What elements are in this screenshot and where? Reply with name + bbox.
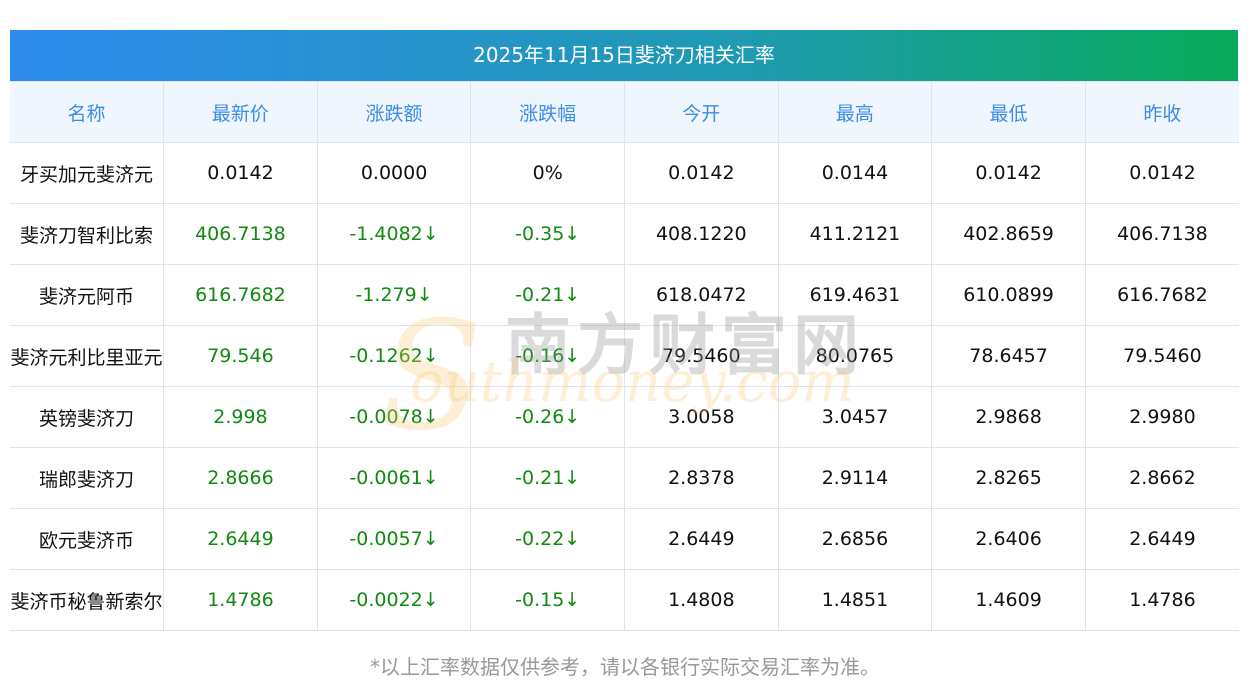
rate-cell: -1.4082↓	[316, 203, 472, 265]
rate-cell: -0.21↓	[470, 264, 625, 326]
rate-cell: 3.0457	[777, 386, 933, 448]
table-row: 瑞郎斐济刀 2.8666 -0.0061↓ -0.21↓ 2.8378 2.9114 2.8…	[10, 447, 1239, 509]
rate-cell: 2.6856	[777, 508, 933, 570]
table-row: 斐济元阿币 616.7682 -1.279↓ -0.21↓ 618.0472 619.46…	[10, 264, 1239, 326]
rate-cell: 618.0472	[624, 264, 779, 326]
rate-cell: 1.4851	[777, 569, 933, 631]
rate-cell: 1.4808	[624, 569, 779, 631]
table-title: 2025年11月15日斐济刀相关汇率	[10, 30, 1238, 81]
rate-cell: 2.6449	[624, 508, 779, 570]
rate-cell: 2.8378	[624, 447, 779, 509]
rate-cell: 406.7138	[1084, 203, 1239, 265]
rate-cell: 2.8666	[163, 447, 318, 509]
rate-cell: 0.0142	[1084, 142, 1239, 204]
currency-pair-name: 英镑斐济刀	[10, 386, 165, 448]
rate-cell: 0.0000	[316, 142, 472, 204]
rate-cell: 2.9114	[777, 447, 933, 509]
rate-cell: 0.0144	[777, 142, 933, 204]
rate-cell: 616.7682	[163, 264, 318, 326]
rate-cell: -0.15↓	[470, 569, 625, 631]
rate-cell: -0.0057↓	[316, 508, 472, 570]
currency-pair-name: 斐济元利比里亚元	[10, 325, 165, 387]
column-header: 最高	[777, 81, 933, 143]
rate-cell: 78.6457	[931, 325, 1086, 387]
rate-cell: -0.0061↓	[316, 447, 472, 509]
table-row: 牙买加元斐济元 0.0142 0.0000 0% 0.0142 0.0144 0.0142 0…	[10, 142, 1239, 204]
table-row: 斐济元利比里亚元 79.546 -0.1262↓ -0.16↓ 79.5460 80.07…	[10, 325, 1239, 387]
column-header: 最低	[931, 81, 1086, 143]
column-header: 涨跌额	[316, 81, 472, 143]
table-row: 斐济刀智利比索 406.7138 -1.4082↓ -0.35↓ 408.1220 411…	[10, 203, 1239, 265]
currency-pair-name: 斐济币秘鲁新索尔	[10, 569, 165, 631]
rate-cell: 406.7138	[163, 203, 318, 265]
rate-cell: 2.6449	[163, 508, 318, 570]
rate-cell: -1.279↓	[316, 264, 472, 326]
rate-cell: -0.0022↓	[316, 569, 472, 631]
rate-cell: -0.35↓	[470, 203, 625, 265]
rate-cell: 1.4609	[931, 569, 1086, 631]
column-header: 涨跌幅	[470, 81, 625, 143]
column-header: 昨收	[1084, 81, 1239, 143]
rate-cell: -0.1262↓	[316, 325, 472, 387]
rate-cell: 0.0142	[931, 142, 1086, 204]
table-row: 欧元斐济币 2.6449 -0.0057↓ -0.22↓ 2.6449 2.6856 2.6…	[10, 508, 1239, 570]
rate-cell: 2.6449	[1084, 508, 1239, 570]
rate-cell: 408.1220	[624, 203, 779, 265]
rate-cell: -0.26↓	[470, 386, 625, 448]
currency-pair-name: 瑞郎斐济刀	[10, 447, 165, 509]
currency-pair-name: 斐济刀智利比索	[10, 203, 165, 265]
rate-cell: 619.4631	[777, 264, 933, 326]
rate-cell: 411.2121	[777, 203, 933, 265]
column-header: 今开	[624, 81, 779, 143]
rate-cell: 0%	[470, 142, 625, 204]
rate-cell: 616.7682	[1084, 264, 1239, 326]
rate-cell: 2.6406	[931, 508, 1086, 570]
rate-cell: 79.546	[163, 325, 318, 387]
table-row: 斐济币秘鲁新索尔 1.4786 -0.0022↓ -0.15↓ 1.4808 1.4851…	[10, 569, 1239, 631]
rate-cell: 610.0899	[931, 264, 1086, 326]
rate-cell: 2.998	[163, 386, 318, 448]
rate-cell: -0.0078↓	[316, 386, 472, 448]
rate-cell: 402.8659	[931, 203, 1086, 265]
header-row: 名称 最新价 涨跌额 涨跌幅 今开 最高 最低 昨收	[10, 81, 1239, 143]
rate-cell: -0.22↓	[470, 508, 625, 570]
currency-pair-name: 斐济元阿币	[10, 264, 165, 326]
rate-cell: 1.4786	[1084, 569, 1239, 631]
currency-pair-name: 牙买加元斐济元	[10, 142, 165, 204]
table-row: 英镑斐济刀 2.998 -0.0078↓ -0.26↓ 3.0058 3.0457 2.98…	[10, 386, 1239, 448]
rate-cell: 79.5460	[624, 325, 779, 387]
rate-cell: 0.0142	[624, 142, 779, 204]
rate-cell: -0.16↓	[470, 325, 625, 387]
rate-cell: 2.8265	[931, 447, 1086, 509]
exchange-rate-table: 名称 最新价 涨跌额 涨跌幅 今开 最高 最低 昨收 牙买加元斐济元 0.0142 0.0000 0…	[10, 81, 1239, 631]
rate-cell: 1.4786	[163, 569, 318, 631]
rate-cell: 2.9868	[931, 386, 1086, 448]
rate-cell: 80.0765	[777, 325, 933, 387]
rate-cell: 79.5460	[1084, 325, 1239, 387]
column-header: 最新价	[163, 81, 318, 143]
rate-cell: -0.21↓	[470, 447, 625, 509]
rate-cell: 2.9980	[1084, 386, 1239, 448]
currency-pair-name: 欧元斐济币	[10, 508, 165, 570]
disclaimer: *以上汇率数据仅供参考，请以各银行实际交易汇率为准。	[370, 655, 880, 679]
rate-cell: 3.0058	[624, 386, 779, 448]
rate-cell: 0.0142	[163, 142, 318, 204]
rate-cell: 2.8662	[1084, 447, 1239, 509]
column-header: 名称	[10, 81, 165, 143]
